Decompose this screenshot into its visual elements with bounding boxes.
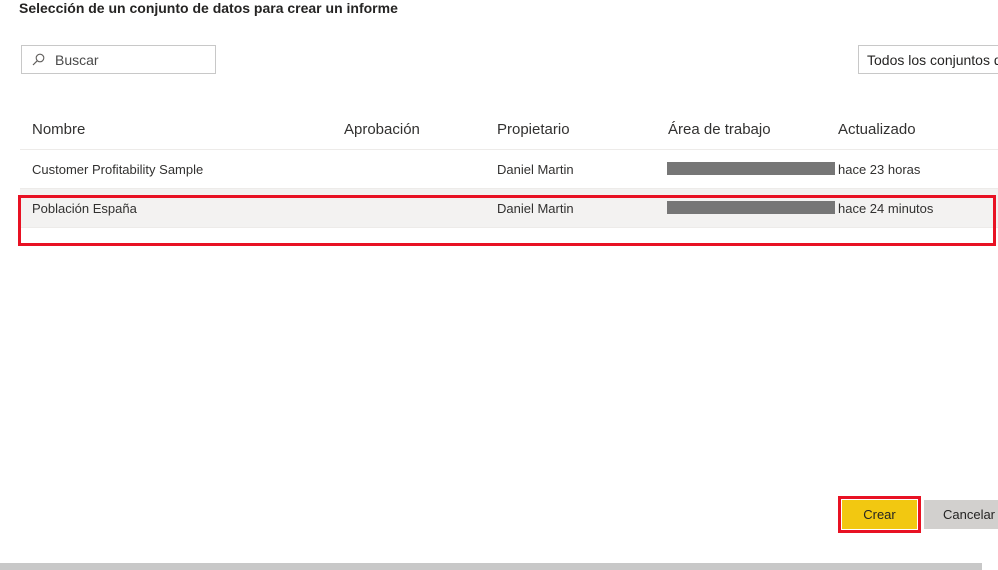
column-header-updated[interactable]: Actualizado	[838, 121, 916, 138]
dataset-filter-value: Todos los conjuntos de datos	[867, 52, 998, 68]
column-header-name[interactable]: Nombre	[32, 121, 85, 138]
row-dataset-name: Población España	[32, 201, 137, 216]
redacted-workspace	[667, 162, 835, 175]
horizontal-scrollbar[interactable]	[0, 563, 982, 570]
table-header-row: Nombre Aprobación Propietario Área de tr…	[20, 112, 998, 150]
table-row[interactable]: Customer Profitability Sample Daniel Mar…	[20, 150, 998, 189]
search-icon	[32, 53, 45, 66]
redacted-workspace	[667, 201, 835, 214]
column-header-owner[interactable]: Propietario	[497, 121, 570, 138]
search-box[interactable]	[21, 45, 216, 74]
row-updated: hace 24 minutos	[838, 201, 934, 216]
row-updated: hace 23 horas	[838, 162, 921, 177]
column-header-approval[interactable]: Aprobación	[344, 121, 420, 138]
row-owner: Daniel Martin	[497, 162, 574, 177]
dataset-filter-dropdown[interactable]: Todos los conjuntos de datos	[858, 45, 998, 74]
table-row-selected[interactable]: Población España Daniel Martin hace 24 m…	[20, 189, 998, 228]
dialog-title: Selección de un conjunto de datos para c…	[19, 0, 398, 16]
column-header-workspace[interactable]: Área de trabajo	[668, 121, 771, 138]
row-dataset-name: Customer Profitability Sample	[32, 162, 204, 177]
search-input[interactable]	[55, 46, 210, 73]
row-owner: Daniel Martin	[497, 201, 574, 216]
dataset-table: Nombre Aprobación Propietario Área de tr…	[20, 112, 998, 228]
cancel-button[interactable]: Cancelar	[924, 500, 998, 529]
create-button[interactable]: Crear	[842, 500, 917, 529]
